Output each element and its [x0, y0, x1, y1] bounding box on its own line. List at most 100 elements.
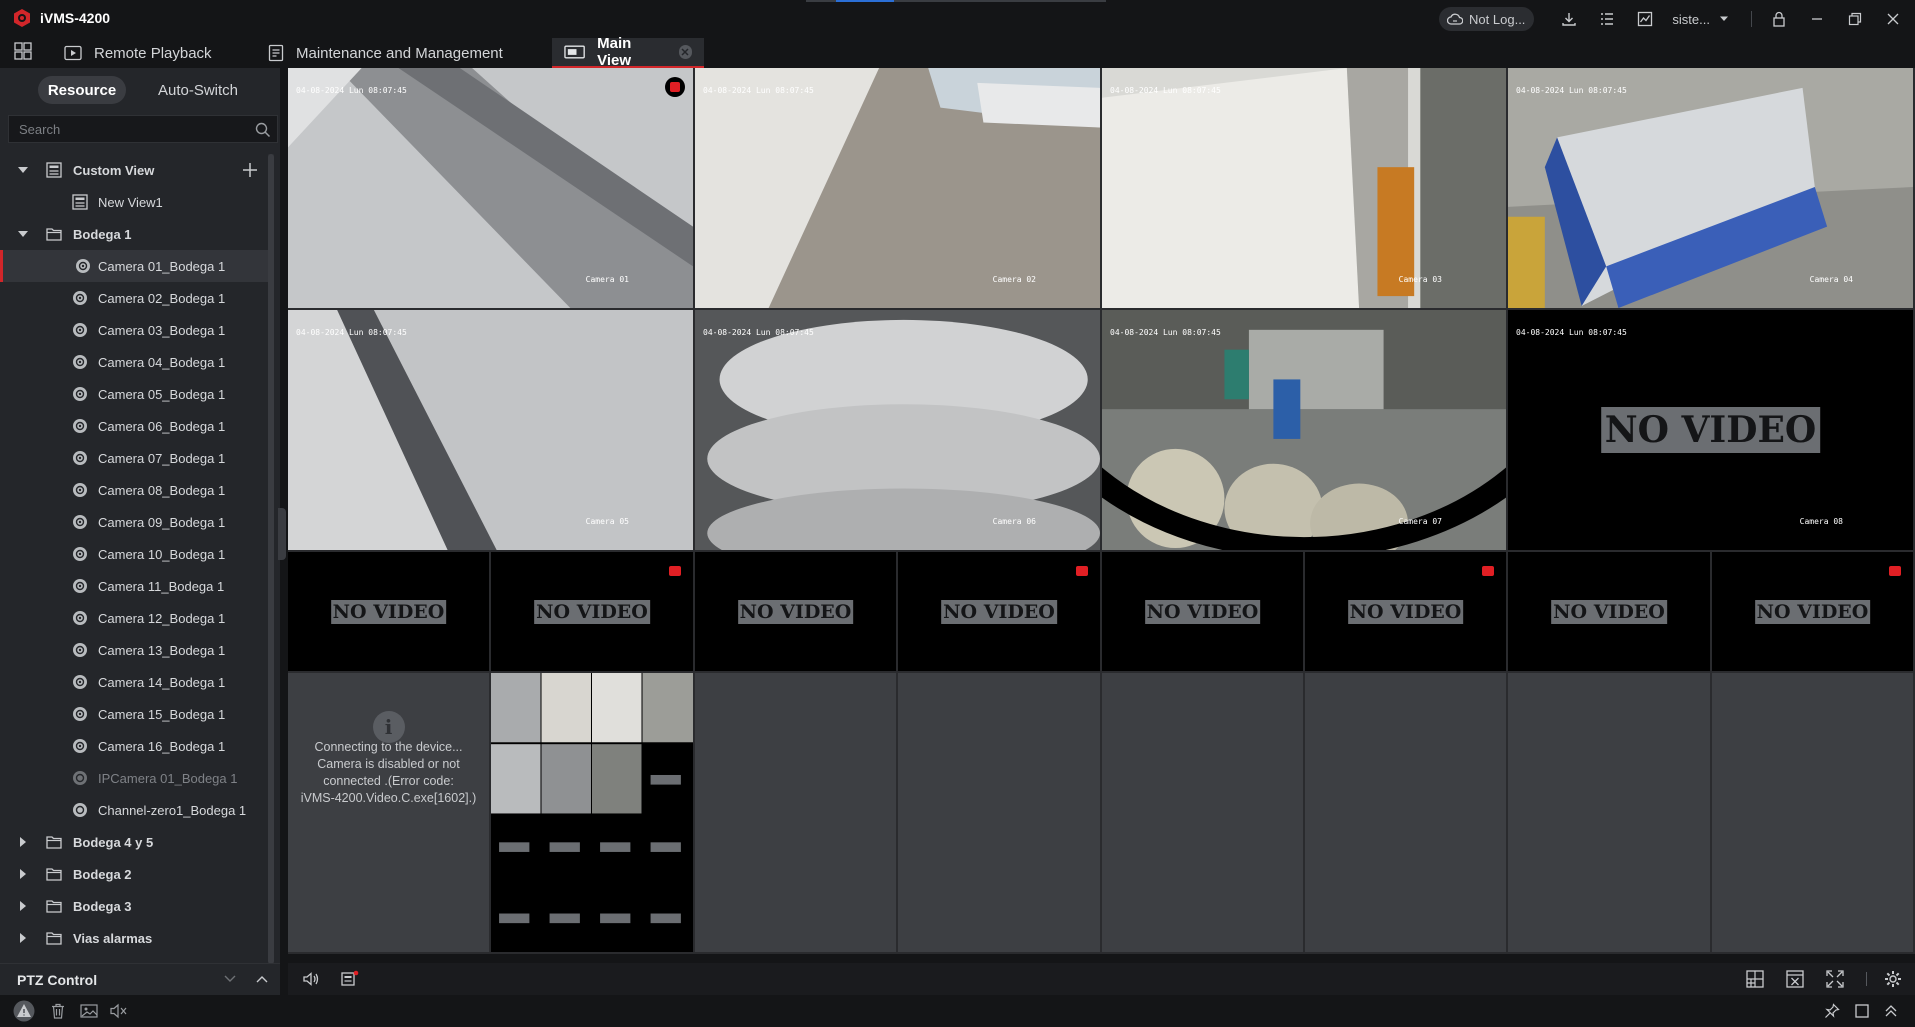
- video-window[interactable]: 04-08-2024 Lun 08:07:45 Camera 07: [1102, 310, 1506, 550]
- search-icon[interactable]: [255, 122, 271, 138]
- tree-item-camera[interactable]: Camera 08_Bodega 1: [0, 474, 268, 506]
- fullscreen-icon[interactable]: [1826, 970, 1844, 988]
- tree-item-camera[interactable]: Camera 09_Bodega 1: [0, 506, 268, 538]
- empty-video-window[interactable]: [1712, 673, 1913, 952]
- video-window[interactable]: NO VIDEO: [288, 552, 489, 671]
- channel-zero-window[interactable]: [491, 673, 693, 952]
- sidebar-collapse-handle[interactable]: [278, 508, 286, 560]
- video-window[interactable]: 04-08-2024 Lun 08:07:45 Camera 01: [288, 68, 693, 308]
- tab-maintenance-management[interactable]: Maintenance and Management: [268, 38, 503, 68]
- tree-item-group[interactable]: Vias alarmas: [0, 922, 268, 954]
- tab-close-icon[interactable]: [678, 45, 692, 59]
- video-window[interactable]: NO VIDEO: [898, 552, 1100, 671]
- add-icon[interactable]: [242, 162, 258, 178]
- mute-icon[interactable]: [110, 1003, 128, 1019]
- tree-item-camera[interactable]: Camera 13_Bodega 1: [0, 634, 268, 666]
- tree-item-camera[interactable]: Camera 14_Bodega 1: [0, 666, 268, 698]
- pin-icon[interactable]: [1824, 1003, 1840, 1019]
- layout-icon[interactable]: [1746, 970, 1764, 988]
- tab-main-view[interactable]: Main View: [552, 35, 704, 69]
- settings-gear-icon[interactable]: [1884, 970, 1902, 988]
- chevron-down-icon[interactable]: [1714, 9, 1734, 29]
- tree-item-camera[interactable]: Camera 06_Bodega 1: [0, 410, 268, 442]
- task-list-icon[interactable]: [1597, 9, 1617, 29]
- video-window[interactable]: NO VIDEO: [1305, 552, 1506, 671]
- recording-indicator-icon[interactable]: [1889, 566, 1901, 576]
- video-window-error[interactable]: i Connecting to the device... Camera is d…: [288, 673, 489, 952]
- user-name-dropdown[interactable]: siste...: [1672, 12, 1710, 27]
- tab-resource[interactable]: Resource: [38, 76, 126, 104]
- recording-indicator-icon[interactable]: [665, 77, 685, 97]
- tree-item-camera[interactable]: Camera 05_Bodega 1: [0, 378, 268, 410]
- expand-arrow-icon[interactable]: [18, 165, 28, 175]
- video-window[interactable]: 04-08-2024 Lun 08:07:45 Camera 03: [1102, 68, 1506, 308]
- video-window[interactable]: NO VIDEO: [491, 552, 693, 671]
- tab-remote-playback[interactable]: Remote Playback: [64, 38, 212, 68]
- download-icon[interactable]: [1559, 9, 1579, 29]
- tab-auto-switch[interactable]: Auto-Switch: [148, 76, 248, 104]
- empty-video-window[interactable]: [898, 673, 1100, 952]
- lock-icon[interactable]: [1769, 9, 1789, 29]
- close-icon[interactable]: [1883, 9, 1903, 29]
- expand-arrow-icon[interactable]: [18, 229, 28, 239]
- tree-item-camera[interactable]: Camera 11_Bodega 1: [0, 570, 268, 602]
- tree-item-camera[interactable]: Camera 03_Bodega 1: [0, 314, 268, 346]
- expand-arrow-icon[interactable]: [18, 901, 28, 911]
- video-window[interactable]: NO VIDEO: [1102, 552, 1303, 671]
- tree-item-camera[interactable]: Camera 01_Bodega 1: [0, 250, 268, 282]
- tree-item-camera[interactable]: Camera 02_Bodega 1: [0, 282, 268, 314]
- expand-arrow-icon[interactable]: [18, 933, 28, 943]
- tree-item-group[interactable]: Bodega 4 y 5: [0, 826, 268, 858]
- chevron-up-icon[interactable]: [256, 975, 268, 983]
- tree-scrollbar[interactable]: [268, 154, 274, 964]
- video-window[interactable]: 04-08-2024 Lun 08:07:45 Camera 06: [695, 310, 1100, 550]
- recording-indicator-icon[interactable]: [669, 566, 681, 576]
- tree-item-ipcamera[interactable]: IPCamera 01_Bodega 1: [0, 762, 268, 794]
- tree-item-camera[interactable]: Camera 12_Bodega 1: [0, 602, 268, 634]
- volume-icon[interactable]: [302, 970, 320, 988]
- close-all-icon[interactable]: [1786, 970, 1804, 988]
- image-icon[interactable]: [80, 1003, 98, 1019]
- recording-indicator-icon[interactable]: [1482, 566, 1494, 576]
- video-window[interactable]: NO VIDEO: [695, 552, 896, 671]
- tree-item-new-view[interactable]: New View1: [0, 186, 268, 218]
- video-window[interactable]: 04-08-2024 Lun 08:07:45 Camera 04: [1508, 68, 1913, 308]
- search-input[interactable]: [9, 121, 244, 137]
- record-all-icon[interactable]: [340, 970, 360, 988]
- video-window[interactable]: NO VIDEO 04-08-2024 Lun 08:07:45 Camera 08: [1508, 310, 1913, 550]
- video-window[interactable]: NO VIDEO: [1508, 552, 1710, 671]
- tree-item-channel-zero[interactable]: Channel-zero1_Bodega 1: [0, 794, 268, 826]
- video-window[interactable]: 04-08-2024 Lun 08:07:45 Camera 02: [695, 68, 1100, 308]
- expand-arrow-icon[interactable]: [18, 837, 28, 847]
- module-grid-icon[interactable]: [14, 42, 32, 60]
- tree-item-camera[interactable]: Camera 15_Bodega 1: [0, 698, 268, 730]
- empty-video-window[interactable]: [695, 673, 896, 952]
- window-icon[interactable]: [1854, 1003, 1870, 1019]
- tree-item-camera[interactable]: Camera 10_Bodega 1: [0, 538, 268, 570]
- expand-arrow-icon[interactable]: [18, 869, 28, 879]
- tree-item-camera[interactable]: Camera 16_Bodega 1: [0, 730, 268, 762]
- tree-item-group[interactable]: Bodega 3: [0, 890, 268, 922]
- video-window[interactable]: NO VIDEO: [1712, 552, 1913, 671]
- empty-video-window[interactable]: [1102, 673, 1303, 952]
- tree-item-camera[interactable]: Camera 07_Bodega 1: [0, 442, 268, 474]
- statistics-icon[interactable]: [1635, 9, 1655, 29]
- tree-item-group[interactable]: Bodega 2: [0, 858, 268, 890]
- ptz-control-panel[interactable]: PTZ Control: [0, 963, 280, 995]
- tree-item-bodega-1[interactable]: Bodega 1: [0, 218, 268, 250]
- tree-item-label: Camera 08_Bodega 1: [98, 483, 226, 498]
- double-chevron-up-icon[interactable]: [1884, 1003, 1898, 1019]
- minimize-icon[interactable]: [1807, 9, 1827, 29]
- camera-icon: [73, 803, 87, 817]
- chevron-down-icon[interactable]: [224, 975, 236, 983]
- alarm-warning-icon[interactable]: [12, 1000, 36, 1022]
- tree-item-camera[interactable]: Camera 04_Bodega 1: [0, 346, 268, 378]
- empty-video-window[interactable]: [1305, 673, 1506, 952]
- tree-item-custom-view[interactable]: Custom View: [0, 154, 268, 186]
- login-status-button[interactable]: Not Log...: [1439, 7, 1535, 31]
- trash-icon[interactable]: [50, 1003, 66, 1019]
- video-window[interactable]: 04-08-2024 Lun 08:07:45 Camera 05: [288, 310, 693, 550]
- recording-indicator-icon[interactable]: [1076, 566, 1088, 576]
- restore-icon[interactable]: [1845, 9, 1865, 29]
- empty-video-window[interactable]: [1508, 673, 1710, 952]
